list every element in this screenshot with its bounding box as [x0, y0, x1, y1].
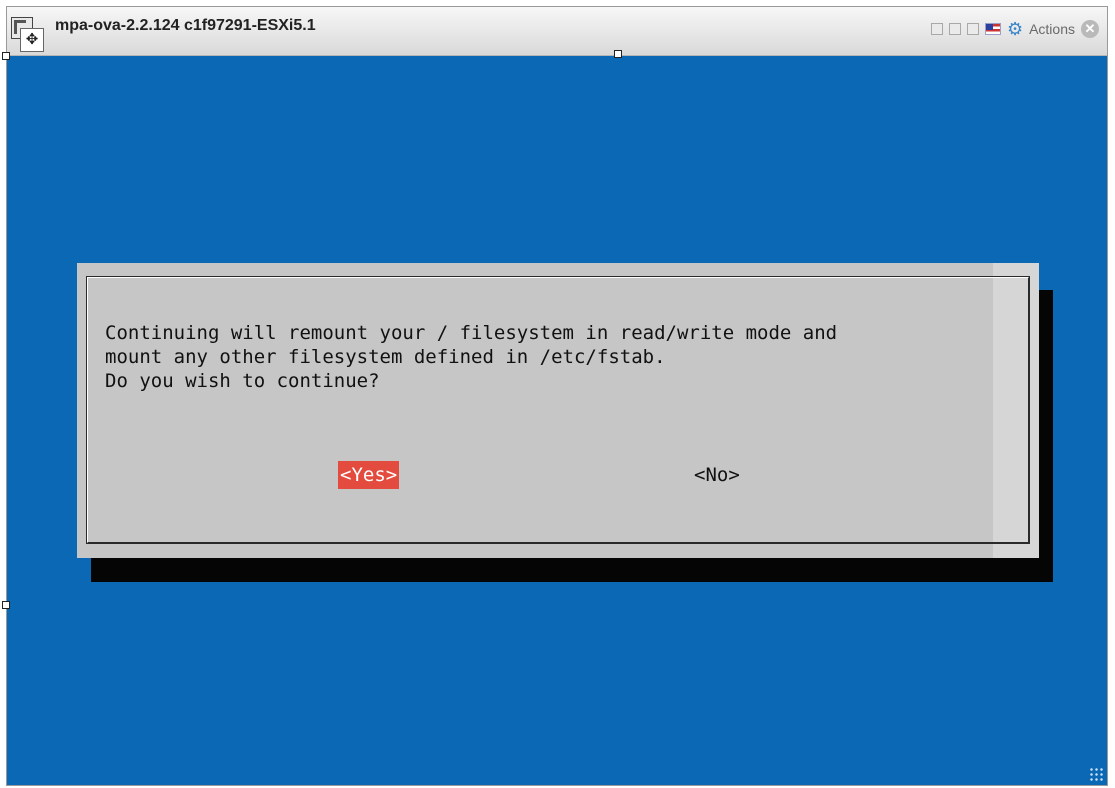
selection-handle-top-center[interactable]: [614, 50, 622, 58]
selection-handle-top-left[interactable]: [2, 52, 10, 60]
confirm-dialog: Continuing will remount your / filesyste…: [77, 263, 1039, 558]
dialog-border: [86, 276, 1030, 544]
dialog-message-line: Continuing will remount your / filesyste…: [105, 322, 838, 344]
window-title: mpa-ova-2.2.124 c1f97291-ESXi5.1: [55, 17, 316, 34]
resize-grip-icon[interactable]: [1089, 767, 1103, 781]
dialog-message: Continuing will remount your / filesyste…: [105, 321, 837, 393]
dialog-message-line: mount any other filesystem defined in /e…: [105, 346, 666, 368]
move-icon[interactable]: ✥: [20, 28, 44, 52]
minimize-icon[interactable]: [930, 23, 943, 35]
yes-button[interactable]: <Yes>: [338, 461, 400, 489]
language-flag-icon[interactable]: [984, 23, 1001, 35]
title-controls: ⚙ Actions ✕: [930, 17, 1099, 41]
window-titlebar[interactable]: mpa-ova-2.2.124 c1f97291-ESXi5.1 ⚙ Actio…: [7, 7, 1107, 56]
selection-handle-left-middle[interactable]: [2, 601, 10, 609]
actions-menu-button[interactable]: Actions: [1029, 21, 1075, 37]
gear-icon[interactable]: ⚙: [1007, 20, 1023, 38]
dialog-message-line: Do you wish to continue?: [105, 370, 380, 392]
no-button[interactable]: <No>: [694, 461, 740, 489]
close-icon[interactable]: ✕: [1081, 20, 1099, 38]
restore-icon[interactable]: [948, 23, 961, 35]
console-screen[interactable]: Continuing will remount your / filesyste…: [7, 56, 1107, 785]
maximize-icon[interactable]: [966, 23, 979, 35]
console-window: mpa-ova-2.2.124 c1f97291-ESXi5.1 ⚙ Actio…: [6, 6, 1108, 786]
